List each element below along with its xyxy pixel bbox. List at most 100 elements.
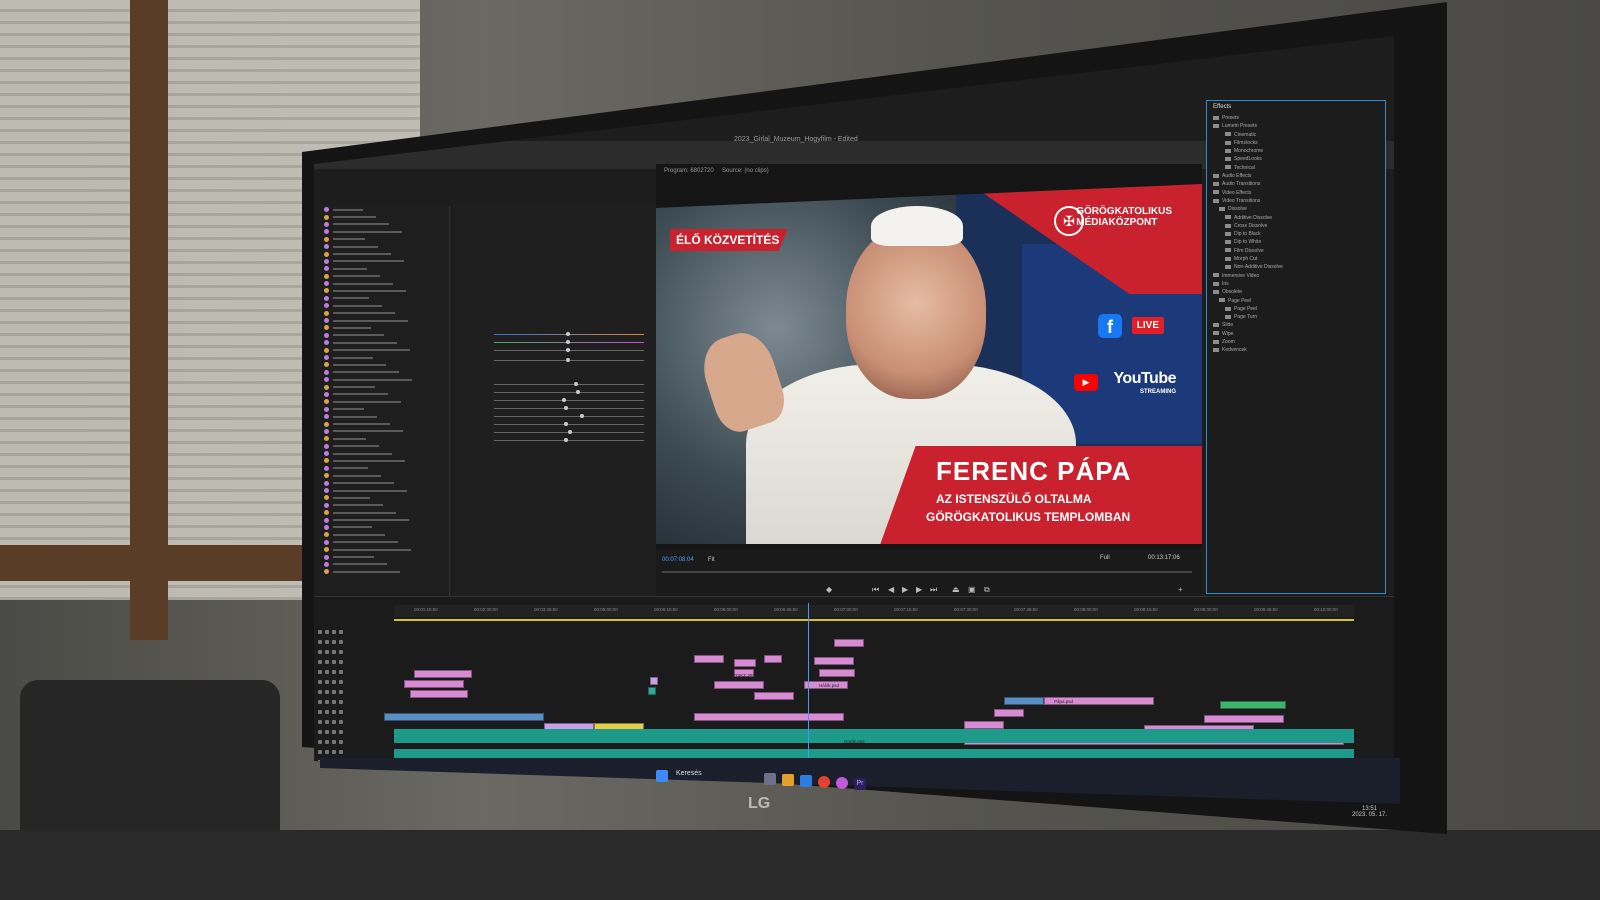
- timeline-clip[interactable]: [648, 687, 656, 695]
- track-header[interactable]: [318, 667, 388, 677]
- track-toggle-icon[interactable]: [318, 730, 322, 734]
- track-toggle-icon[interactable]: [325, 630, 329, 634]
- track-toggle-icon[interactable]: [339, 710, 343, 714]
- slider-knob[interactable]: [566, 358, 570, 362]
- track-toggle-icon[interactable]: [318, 680, 322, 684]
- track-toggle-icon[interactable]: [325, 640, 329, 644]
- project-item[interactable]: [318, 391, 449, 398]
- project-item[interactable]: [318, 258, 449, 265]
- frame-back-icon[interactable]: ◀: [888, 585, 894, 594]
- track-toggle-icon[interactable]: [339, 630, 343, 634]
- slider-knob[interactable]: [568, 430, 572, 434]
- track-toggle-icon[interactable]: [339, 740, 343, 744]
- slider-knob[interactable]: [574, 382, 578, 386]
- timeline-clip[interactable]: [650, 677, 658, 685]
- lumetri-slider[interactable]: [494, 348, 644, 352]
- effects-item[interactable]: Audio Effects: [1213, 173, 1379, 181]
- effects-item[interactable]: Dissolve: [1213, 206, 1379, 214]
- project-item[interactable]: [318, 487, 449, 494]
- track-toggle-icon[interactable]: [332, 750, 336, 754]
- effects-item[interactable]: Page Turn: [1213, 314, 1379, 322]
- track-toggle-icon[interactable]: [318, 650, 322, 654]
- lumetri-slider[interactable]: [494, 414, 644, 418]
- track-toggle-icon[interactable]: [339, 700, 343, 704]
- track-toggle-icon[interactable]: [332, 720, 336, 724]
- timeline-clip[interactable]: [414, 670, 472, 678]
- project-item[interactable]: [318, 383, 449, 390]
- zoom-select[interactable]: Fit: [708, 557, 715, 563]
- track-header[interactable]: [318, 707, 388, 717]
- work-area-bar[interactable]: [394, 619, 1354, 621]
- track-toggle-icon[interactable]: [332, 700, 336, 704]
- effects-item[interactable]: Cinematic: [1213, 132, 1379, 140]
- project-item[interactable]: [318, 317, 449, 324]
- effects-item[interactable]: Dip to White: [1213, 239, 1379, 247]
- slider-knob[interactable]: [566, 332, 570, 336]
- taskbar-clock[interactable]: 13:51 2023. 05. 17.: [1352, 806, 1387, 818]
- track-toggle-icon[interactable]: [325, 690, 329, 694]
- project-item[interactable]: [318, 302, 449, 309]
- effects-item[interactable]: Lumetri Presets: [1213, 123, 1379, 131]
- play-icon[interactable]: ▶: [902, 585, 908, 594]
- track-toggle-icon[interactable]: [339, 670, 343, 674]
- track-toggle-icon[interactable]: [325, 740, 329, 744]
- track-toggle-icon[interactable]: [325, 660, 329, 664]
- timeline-clip[interactable]: [994, 709, 1024, 717]
- effects-item[interactable]: Obsolete: [1213, 289, 1379, 297]
- project-item[interactable]: [318, 280, 449, 287]
- effects-item[interactable]: Dip to Black: [1213, 231, 1379, 239]
- project-item[interactable]: [318, 236, 449, 243]
- timeline-clip[interactable]: [410, 690, 468, 698]
- taskbar-search[interactable]: Keresés: [676, 770, 702, 777]
- effects-item[interactable]: Page Peel: [1213, 306, 1379, 314]
- project-item[interactable]: [318, 295, 449, 302]
- effects-item[interactable]: Non-Additive Dissolve: [1213, 264, 1379, 272]
- windows-start-icon[interactable]: [656, 770, 668, 782]
- track-toggle-icon[interactable]: [318, 720, 322, 724]
- project-item[interactable]: [318, 339, 449, 346]
- effects-item[interactable]: Immersive Video: [1213, 273, 1379, 281]
- project-item[interactable]: [318, 502, 449, 509]
- timeline-clip[interactable]: [384, 713, 544, 721]
- project-item[interactable]: [318, 354, 449, 361]
- effects-item[interactable]: Film Dissolve: [1213, 248, 1379, 256]
- track-toggle-icon[interactable]: [332, 730, 336, 734]
- track-toggle-icon[interactable]: [339, 730, 343, 734]
- timeline-clip[interactable]: [834, 639, 864, 647]
- project-item[interactable]: [318, 309, 449, 316]
- effects-item[interactable]: Cross Dissolve: [1213, 223, 1379, 231]
- project-item[interactable]: [318, 221, 449, 228]
- track-toggle-icon[interactable]: [332, 740, 336, 744]
- project-item[interactable]: [318, 494, 449, 501]
- step-back-icon[interactable]: ⏮: [872, 585, 879, 595]
- project-item[interactable]: [318, 406, 449, 413]
- timeline-clip[interactable]: [404, 680, 464, 688]
- project-item[interactable]: [318, 213, 449, 220]
- effects-item[interactable]: Technical: [1213, 165, 1379, 173]
- project-item[interactable]: [318, 546, 449, 553]
- project-item[interactable]: [318, 531, 449, 538]
- project-item[interactable]: [318, 509, 449, 516]
- track-header[interactable]: [318, 727, 388, 737]
- lumetri-slider[interactable]: [494, 422, 644, 426]
- project-item[interactable]: [318, 420, 449, 427]
- step-forward-icon[interactable]: ⏭: [930, 585, 937, 595]
- timeline-clip[interactable]: [734, 659, 756, 667]
- effects-item[interactable]: Monochrome: [1213, 148, 1379, 156]
- project-item[interactable]: [318, 443, 449, 450]
- project-item[interactable]: [318, 398, 449, 405]
- timeline-clip[interactable]: [814, 657, 854, 665]
- project-item[interactable]: [318, 361, 449, 368]
- timeline-clip[interactable]: [714, 681, 764, 689]
- project-item[interactable]: [318, 568, 449, 575]
- project-item[interactable]: [318, 457, 449, 464]
- track-toggle-icon[interactable]: [332, 650, 336, 654]
- effects-item[interactable]: SpeedLooks: [1213, 156, 1379, 164]
- project-item[interactable]: [318, 539, 449, 546]
- track-toggle-icon[interactable]: [339, 680, 343, 684]
- frame-forward-icon[interactable]: ▶: [916, 585, 922, 594]
- lumetri-slider[interactable]: [494, 390, 644, 394]
- timeline-clip[interactable]: [964, 721, 1004, 729]
- track-toggle-icon[interactable]: [318, 640, 322, 644]
- timeline-clip[interactable]: [754, 692, 794, 700]
